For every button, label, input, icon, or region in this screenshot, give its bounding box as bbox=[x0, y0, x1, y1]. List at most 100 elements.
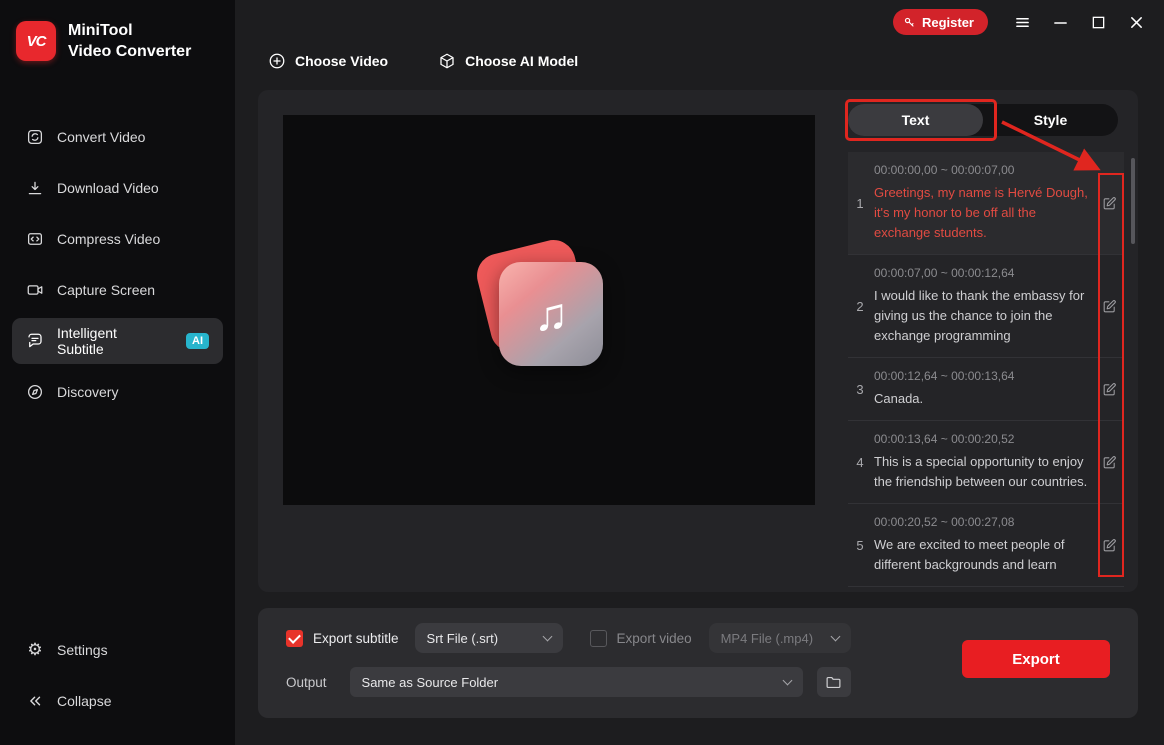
tab-choose-video[interactable]: Choose Video bbox=[268, 52, 388, 70]
subtitle-timecode: 00:00:20,52 ~ 00:00:27,08 bbox=[874, 515, 1015, 529]
sidebar-item-download-video[interactable]: Download Video bbox=[12, 165, 223, 211]
edit-subtitle-button[interactable] bbox=[1096, 163, 1122, 243]
register-button[interactable]: Register bbox=[892, 9, 988, 35]
subtitle-text: This is a special opportunity to enjoy t… bbox=[874, 454, 1088, 489]
browse-folder-button[interactable] bbox=[816, 667, 851, 697]
main-area: Register Choose Video Choose AI Model ♫ … bbox=[235, 0, 1164, 745]
subtitle-index: 2 bbox=[856, 298, 864, 314]
subtitle-timecode: 00:00:00,00 ~ 00:00:07,00 bbox=[874, 163, 1015, 177]
subtitle-row[interactable]: 3 00:00:12,64 ~ 00:00:13,64 Canada. bbox=[848, 358, 1124, 421]
subtitle-format-dropdown[interactable]: Srt File (.srt) bbox=[414, 623, 563, 653]
app-title-line2: Video Converter bbox=[68, 43, 192, 60]
subtitle-panel: Text Style 1 00:00:00,00 ~ 00:00:07,00 G… bbox=[848, 104, 1124, 592]
edit-subtitle-button[interactable] bbox=[1096, 266, 1122, 346]
ai-badge: AI bbox=[186, 333, 209, 349]
app-title-line1: MiniTool bbox=[68, 22, 133, 39]
titlebar: Register bbox=[235, 0, 1164, 44]
app-logo-icon: VC bbox=[16, 21, 56, 61]
subtitle-index: 4 bbox=[856, 454, 864, 470]
export-options-row: Export subtitle Srt File (.srt) Export v… bbox=[286, 622, 851, 654]
subtitle-row[interactable]: 4 00:00:13,64 ~ 00:00:20,52 This is a sp… bbox=[848, 421, 1124, 504]
app-logo: VC MiniTool Video Converter bbox=[0, 0, 235, 62]
sidebar-item-discovery[interactable]: Discovery bbox=[12, 369, 223, 415]
plus-circle-icon bbox=[269, 53, 285, 69]
collapse-label: Collapse bbox=[57, 693, 112, 709]
gear-icon: ⚙ bbox=[27, 640, 43, 659]
intelligent-subtitle-icon bbox=[28, 333, 42, 348]
close-button[interactable] bbox=[1124, 10, 1148, 34]
subtitle-text: I would like to thank the embassy for gi… bbox=[874, 288, 1085, 343]
sidebar-item-intelligent-subtitle[interactable]: Intelligent Subtitle AI bbox=[12, 318, 223, 364]
folder-icon bbox=[826, 676, 841, 688]
export-video-checkbox[interactable] bbox=[589, 629, 607, 647]
subtitle-row[interactable]: 5 00:00:20,52 ~ 00:00:27,08 We are excit… bbox=[848, 504, 1124, 587]
convert-video-icon bbox=[27, 129, 43, 145]
tab-choose-ai-model[interactable]: Choose AI Model bbox=[438, 52, 578, 70]
sidebar-item-capture-screen[interactable]: Capture Screen bbox=[12, 267, 223, 313]
hamburger-icon bbox=[1015, 17, 1029, 27]
video-preview[interactable]: ♫ bbox=[283, 115, 815, 505]
subtitle-scrollbar[interactable] bbox=[1131, 158, 1135, 244]
subtitle-list: 1 00:00:00,00 ~ 00:00:07,00 Greetings, m… bbox=[848, 152, 1124, 587]
edit-pencil-icon bbox=[1103, 538, 1116, 551]
edit-pencil-icon bbox=[1103, 299, 1116, 312]
edit-subtitle-button[interactable] bbox=[1096, 369, 1122, 409]
edit-pencil-icon bbox=[1103, 196, 1116, 209]
chevron-down-icon bbox=[782, 675, 792, 685]
edit-subtitle-button[interactable] bbox=[1096, 432, 1122, 492]
collapse-icon bbox=[30, 696, 41, 706]
sidebar-item-settings[interactable]: ⚙ Settings bbox=[12, 627, 223, 673]
subtitle-text: Greetings, my name is Hervé Dough, it's … bbox=[874, 185, 1088, 240]
subtitle-timecode: 00:00:07,00 ~ 00:00:12,64 bbox=[874, 266, 1015, 280]
minimize-button[interactable] bbox=[1048, 10, 1072, 34]
sidebar-bottom: ⚙ Settings Collapse bbox=[0, 622, 235, 729]
sidebar-item-label: Download Video bbox=[57, 180, 159, 196]
chevron-down-icon bbox=[542, 631, 552, 641]
sidebar: VC MiniTool Video Converter Convert Vide… bbox=[0, 0, 235, 745]
sidebar-item-label: Capture Screen bbox=[57, 282, 156, 298]
sidebar-item-convert-video[interactable]: Convert Video bbox=[12, 114, 223, 160]
subtitle-tabs: Text Style bbox=[848, 104, 1118, 136]
minimize-icon bbox=[1053, 21, 1067, 24]
subtitle-timecode: 00:00:12,64 ~ 00:00:13,64 bbox=[874, 369, 1015, 383]
maximize-button[interactable] bbox=[1086, 10, 1110, 34]
key-icon bbox=[904, 17, 914, 27]
compress-video-icon bbox=[27, 233, 43, 245]
app-title: MiniTool Video Converter bbox=[68, 20, 191, 62]
sidebar-menu: Convert Video Download Video Compress Vi… bbox=[0, 114, 235, 415]
art-card-front: ♫ bbox=[499, 262, 603, 366]
close-icon bbox=[1130, 16, 1142, 28]
subtitle-index: 5 bbox=[856, 537, 864, 553]
download-icon bbox=[28, 181, 42, 195]
output-folder-value: Same as Source Folder bbox=[361, 674, 499, 690]
sidebar-item-compress-video[interactable]: Compress Video bbox=[12, 216, 223, 262]
edit-pencil-icon bbox=[1103, 382, 1116, 395]
export-subtitle-checkbox[interactable] bbox=[286, 629, 303, 647]
tab-text[interactable]: Text bbox=[848, 104, 983, 136]
subtitle-format-value: Srt File (.srt) bbox=[426, 630, 499, 646]
subtitle-index: 3 bbox=[856, 381, 864, 397]
subtitle-text: We are excited to meet people of differe… bbox=[874, 537, 1065, 572]
sidebar-item-label: Compress Video bbox=[57, 231, 161, 247]
output-row: Output Same as Source Folder bbox=[286, 666, 851, 698]
export-video-label: Export video bbox=[616, 630, 692, 646]
menu-button[interactable] bbox=[1010, 10, 1034, 34]
top-tabs: Choose Video Choose AI Model bbox=[268, 52, 578, 70]
tab-choose-video-label: Choose Video bbox=[295, 53, 389, 69]
tab-style[interactable]: Style bbox=[983, 104, 1118, 136]
discovery-icon bbox=[27, 384, 43, 400]
subtitle-row[interactable]: 1 00:00:00,00 ~ 00:00:07,00 Greetings, m… bbox=[848, 152, 1124, 255]
sidebar-item-label: Discovery bbox=[57, 384, 119, 400]
edit-subtitle-button[interactable] bbox=[1096, 515, 1122, 575]
export-button[interactable]: Export bbox=[962, 640, 1110, 678]
sidebar-item-collapse[interactable]: Collapse bbox=[12, 678, 223, 724]
export-bar: Export subtitle Srt File (.srt) Export v… bbox=[258, 608, 1138, 718]
subtitle-text: Canada. bbox=[874, 391, 924, 406]
maximize-icon bbox=[1092, 16, 1104, 28]
audio-placeholder-art: ♫ bbox=[472, 235, 607, 368]
output-folder-dropdown[interactable]: Same as Source Folder bbox=[349, 667, 803, 697]
ai-model-cube-icon bbox=[440, 53, 454, 69]
video-format-dropdown[interactable]: MP4 File (.mp4) bbox=[708, 623, 851, 653]
subtitle-row[interactable]: 2 00:00:07,00 ~ 00:00:12,64 I would like… bbox=[848, 255, 1124, 358]
music-note-icon: ♫ bbox=[533, 288, 569, 340]
